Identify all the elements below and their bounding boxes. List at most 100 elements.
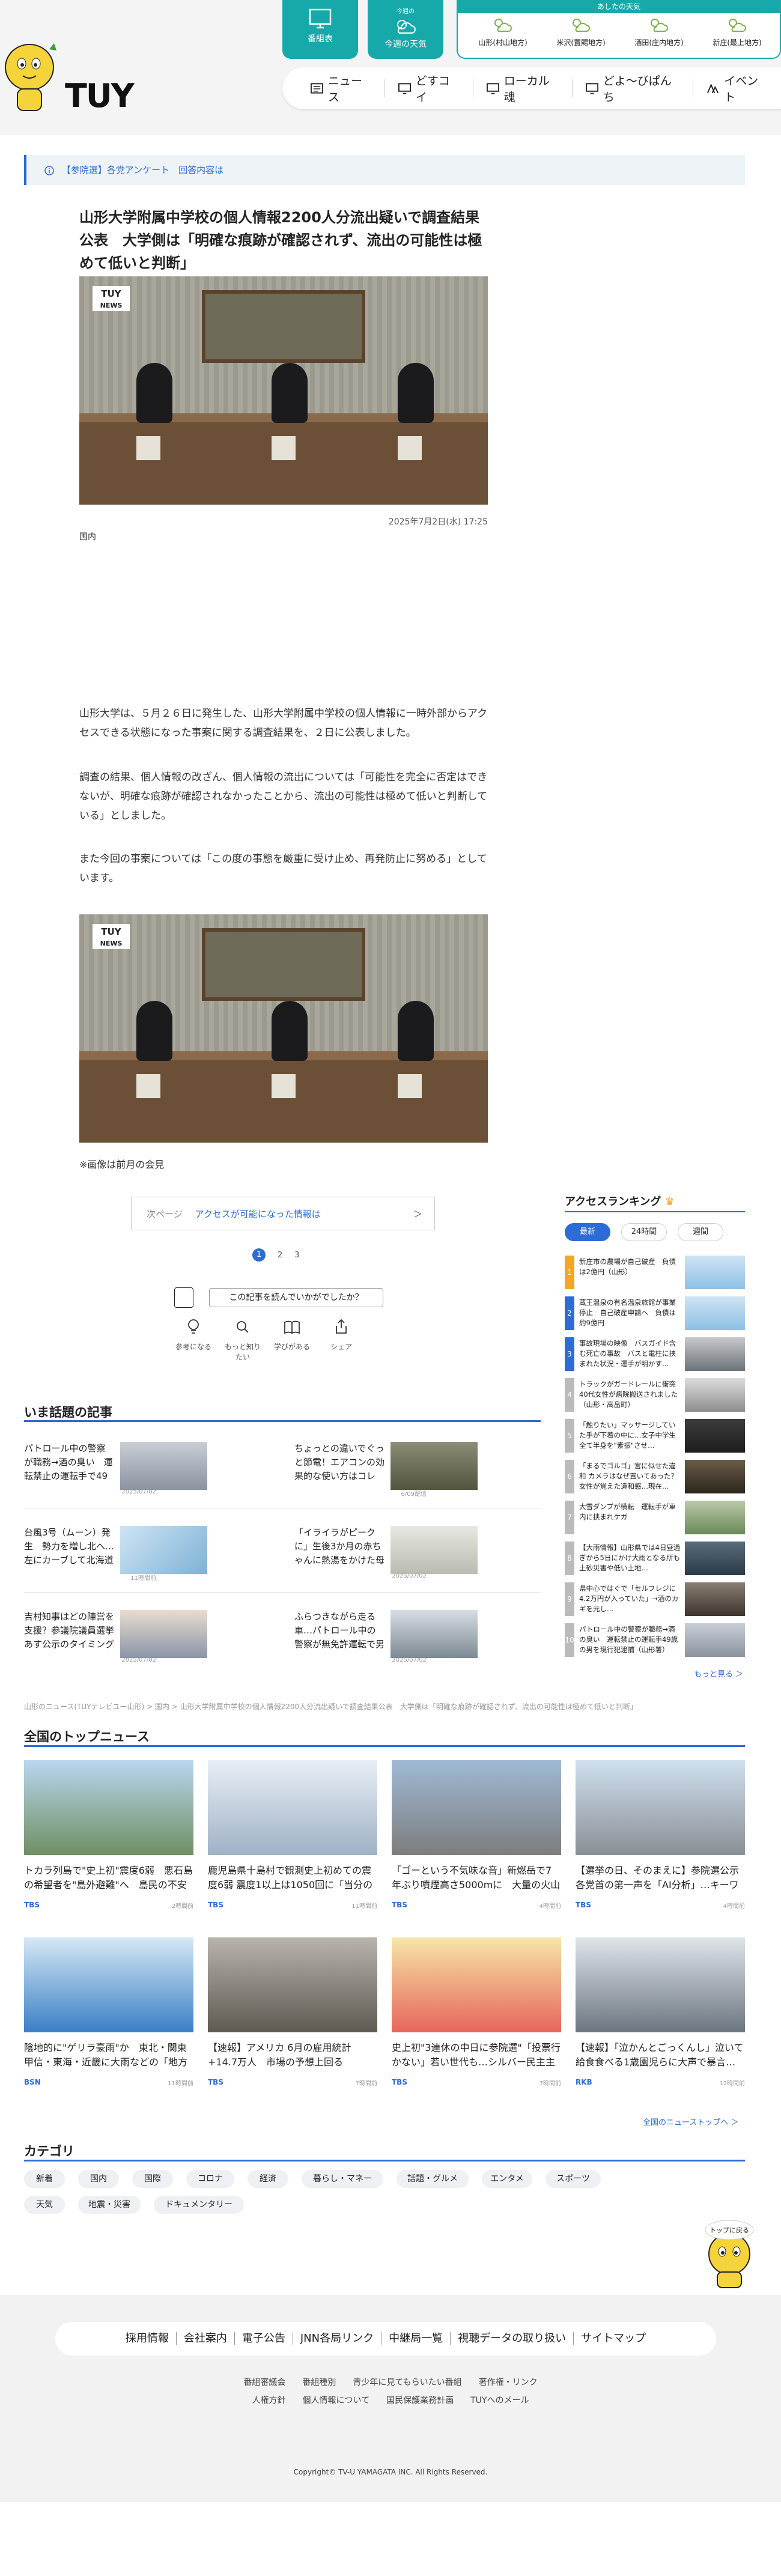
category-chip[interactable]: 天気 [24, 2196, 65, 2214]
program-guide-button[interactable]: 番組表 [282, 0, 358, 59]
tuy-logo[interactable]: TUY [65, 77, 135, 115]
footer-link[interactable]: JNN各局リンク [293, 2332, 382, 2345]
footer-link[interactable]: 電子公告 [234, 2332, 293, 2345]
category-chip[interactable]: 経済 [248, 2170, 288, 2188]
reaction-helpful-button[interactable]: 参考になる [174, 1319, 213, 1362]
footer-link[interactable]: 人権方針 [252, 2396, 286, 2405]
footer-link[interactable]: 中継局一覧 [381, 2332, 451, 2345]
article-category-tag[interactable]: 国内 [79, 530, 96, 542]
ranking-item[interactable]: 1 新庄市の農場が自己破産 負債は2億円（山形） [565, 1256, 745, 1294]
weekly-weather-button[interactable]: 今週の 今週の天気 [368, 0, 443, 59]
category-chip[interactable]: 地震・災害 [78, 2196, 141, 2214]
share-button[interactable]: シェア [322, 1319, 360, 1362]
category-chip[interactable]: ドキュメンタリー [154, 2196, 244, 2214]
notice-banner[interactable]: 【参院選】各党アンケート 回答内容は [24, 155, 745, 185]
source-name: RKB [576, 2078, 592, 2086]
hot-article-item[interactable]: 「イライラがピークに」生後3か月の赤ちゃんに熱湯をかけた母親に何があったか … … [294, 1526, 478, 1586]
weather-city[interactable]: 山形(村山地方) [470, 17, 536, 47]
ranking-thumbnail [685, 1501, 745, 1534]
next-page-link[interactable]: 次ページ アクセスが可能になった情報は ＞ [131, 1197, 435, 1230]
category-chip[interactable]: コロナ [186, 2170, 234, 2188]
reaction-question-text: この記事を読んでいかがでしたか？ [209, 1288, 383, 1307]
top-news-item[interactable]: 鹿児島県十島村で観測史上初めての震度6弱 震度1以上は1050回に「当分の間は震… [208, 1760, 377, 1910]
ranking-item[interactable]: 5 「触りたい」マッサージしていた手が下着の中に…女子中学生全て半身を"素振"させ… [565, 1419, 745, 1457]
top-news-more-link[interactable]: 全国のニューストップへ ＞ [643, 2116, 738, 2127]
ranking-thumbnail [685, 1419, 745, 1453]
reaction-more-button[interactable]: もっと知りたい [223, 1319, 262, 1362]
top-news-source: BSN 11時間前 [24, 2078, 193, 2087]
ranking-item[interactable]: 7 大雪ダンプが横転 運転手が車内に挟まれケガ [565, 1501, 745, 1539]
category-chip[interactable]: 暮らし・マネー [302, 2170, 383, 2188]
category-chip[interactable]: 話題・グルメ [397, 2170, 469, 2188]
hot-article-item[interactable]: 吉村知事はどの陣営を支援？参議院議員選挙あす公示のタイミングで「意返し」につ… … [24, 1610, 207, 1670]
footer-link[interactable]: 視聴データの取り扱い [451, 2332, 574, 2345]
ranking-item[interactable]: 3 事故現場の映像 バスガイド含む死亡の事故 バスと電柱に挟まれた状況・運手が明か… [565, 1337, 745, 1376]
breadcrumb[interactable]: 山形のニュース(TUYテレビユー山形) > 国内 > 山形大学附属中学校の個人情… [24, 1701, 637, 1712]
top-news-item[interactable]: 史上初"3連休の中日に参院選"「投票行かない」若い世代も…シルバー民主主義で何が… [392, 1937, 561, 2087]
reaction-label: シェア [330, 1343, 352, 1351]
footer-link[interactable]: 著作権・リンク [479, 2378, 538, 2387]
page-top-button[interactable]: トップに戻る [702, 2217, 757, 2289]
footer-link[interactable]: サイトマップ [574, 2332, 653, 2345]
page-link-current[interactable]: 1 [252, 1248, 266, 1262]
ranking-number: 4 [565, 1378, 574, 1412]
weather-city-name: 米沢(置賜地方) [556, 38, 606, 47]
tab-latest[interactable]: 最新 [565, 1223, 610, 1241]
top-news-item[interactable]: 「ゴーという不気味な音」新燃岳で7年ぶり噴煙高さ5000mに 大量の火山灰で…住… [392, 1760, 561, 1910]
footer-link[interactable]: 会社案内 [176, 2332, 235, 2345]
ranking-thumbnail [685, 1623, 745, 1657]
footer-link[interactable]: 個人情報について [303, 2396, 370, 2405]
tab-24h[interactable]: 24時間 [621, 1223, 667, 1241]
tab-weekly[interactable]: 週間 [678, 1223, 723, 1241]
category-chip[interactable]: 国際 [132, 2170, 173, 2188]
footer-link[interactable]: 番組審議会 [243, 2378, 285, 2387]
ranking-item[interactable]: 10 パトロール中の警察が職務→酒の臭い 運転禁止の運転手49歳の男を現行犯逮捕（… [565, 1623, 745, 1662]
nav-item-news[interactable]: ニュース [297, 74, 385, 104]
nav-item-event[interactable]: イベント [693, 74, 781, 104]
category-chip[interactable]: エンタメ [482, 2170, 532, 2188]
ranking-more-link[interactable]: もっと見る ＞ [694, 1668, 743, 1679]
page-link[interactable]: 2 [278, 1251, 282, 1260]
footer-link[interactable]: 国民保護業務計画 [386, 2396, 454, 2405]
ranking-item[interactable]: 4 トラックがガードレールに衝突 40代女性が病院搬送されました（山形・高畠町） [565, 1378, 745, 1417]
footer-link[interactable]: 青少年に見てもらいたい番組 [353, 2378, 461, 2387]
weather-city[interactable]: 酒田(庄内地方) [626, 17, 692, 47]
tomorrow-weather-panel[interactable]: あしたの天気 山形(村山地方) 米沢(置賜地方) 酒田(庄内地方) 新庄(最上地… [457, 0, 781, 59]
hot-article-title: 吉村知事はどの陣営を支援？参議院議員選挙あす公示のタイミングで「意返し」につ… [24, 1611, 114, 1653]
category-chip[interactable]: 国内 [78, 2170, 119, 2188]
ranking-item[interactable]: 6 「まるでゴルゴ」宮に似せた違和 カメラはなぜ置いてあった？女性が覚えた違和感…… [565, 1460, 745, 1498]
nav-item-local[interactable]: ローカル魂 [473, 74, 573, 104]
nav-item-dosukoi[interactable]: どすコイ [385, 74, 473, 104]
top-news-source: TBS 7時間前 [392, 2078, 561, 2087]
top-news-item[interactable]: 【速報】「泣かんとごっくんし」泣いて給食食べる1歳園児らに大声で暴言…特定の子ど… [576, 1937, 745, 2087]
top-news-time: 12時間前 [719, 2080, 745, 2087]
page-link[interactable]: 3 [294, 1251, 299, 1260]
reaction-learn-button[interactable]: 学びがある [273, 1319, 311, 1362]
tuy-news-badge: TUY NEWS [93, 924, 130, 949]
ranking-item-title: トラックがガードレールに衝突 40代女性が病院搬送されました（山形・高畠町） [579, 1380, 681, 1409]
hot-article-item[interactable]: パトロール中の警察が職務→酒の臭い 運転禁止の運転手で49歳の男を現行犯逮捕（山… [24, 1442, 207, 1502]
top-news-source: TBS 7時間前 [208, 2078, 377, 2087]
ranking-item-title: 大雪ダンプが横転 運転手が車内に挟まれケガ [579, 1502, 676, 1521]
top-news-item[interactable]: 【速報】アメリカ 6月の雇用統計 +14.7万人 市場の予想上回る TBS 7時間前 [208, 1937, 377, 2087]
ranking-item[interactable]: 9 県中心ではぐで「セルフレジに4.2万円が入っていた」→酒のカギを元し… [565, 1582, 745, 1621]
mascot-logo-icon[interactable] [2, 37, 59, 115]
nav-item-doyobi[interactable]: どよ〜びぱんち [573, 74, 694, 104]
top-news-item[interactable]: 陰地的に"ゲリラ豪雨"か 東北・関東甲信・東海・近畿に大雨などの「地方気象情報」… [24, 1937, 193, 2087]
hot-article-item[interactable]: 台風3号（ムーン）発生 勢力を増し北へ…左にカーブして北海道方面に 最大瞬間風…… [24, 1526, 207, 1586]
hot-article-item[interactable]: ふらつきながら走る車…パトロール中の警察が無免許運転で男を逮捕（山形・酒田署） … [294, 1610, 478, 1670]
ranking-item[interactable]: 8 【大雨情報】山形県では4日昼過ぎから5日にかけ大雨となる所も 土砂災害や低い土… [565, 1542, 745, 1580]
footer-link[interactable]: TUYへのメール [470, 2396, 529, 2405]
top-news-item[interactable]: トカラ列島で"史上初"震度6弱 悪石島の希望者を"島外避難"へ 島民の不安と疲れ… [24, 1760, 193, 1910]
footer-link[interactable]: 番組種別 [302, 2378, 336, 2387]
weather-city[interactable]: 新庄(最上地方) [704, 17, 770, 47]
category-chip[interactable]: 新着 [24, 2170, 65, 2188]
ranking-item[interactable]: 2 蔵王温泉の有名温泉旅館が事業停止 自己破産申請へ 負債は約9億円 [565, 1296, 745, 1335]
ranking-thumbnail [685, 1582, 745, 1616]
footer-link[interactable]: 採用情報 [118, 2332, 177, 2345]
category-chip[interactable]: スポーツ [545, 2170, 601, 2188]
hot-article-item[interactable]: ちょっとの違いでぐっと節電！エアコンの効果的な使い方はコレ 今年も猛暑に… 6/… [294, 1442, 478, 1502]
weather-city[interactable]: 米沢(置賜地方) [548, 17, 614, 47]
top-news-item[interactable]: 【選挙の日、そのまえに】参院選公示各党首の第一声を「AI分析」…キーワードで見え… [576, 1760, 745, 1910]
weather-panel-title: あしたの天気 [458, 0, 780, 13]
